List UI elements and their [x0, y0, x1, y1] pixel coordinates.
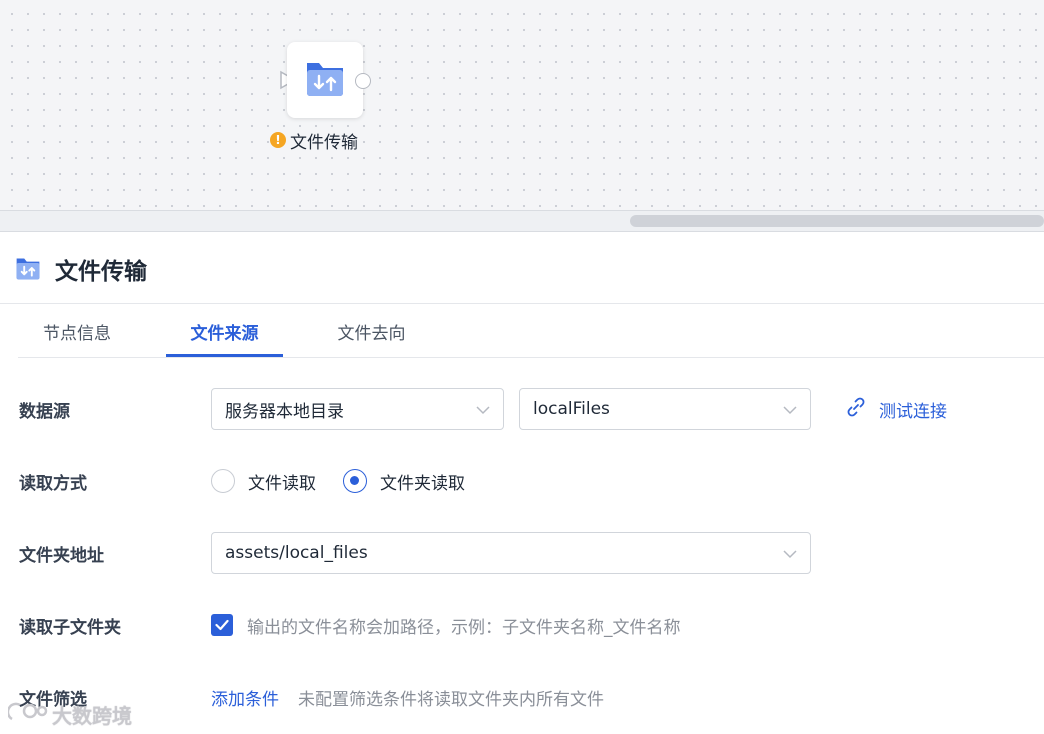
datasource-type-value: 服务器本地目录 [225, 401, 344, 422]
read-subfolders-hint: 输出的文件名称会加路径，示例：子文件夹名称_文件名称 [247, 618, 681, 638]
watermark: 大数跨境 [6, 700, 132, 728]
chevron-down-icon [782, 402, 798, 423]
file-filter-hint: 未配置筛选条件将读取文件夹内所有文件 [298, 690, 604, 710]
radio-file-read[interactable]: 文件读取 [211, 468, 316, 494]
link-icon [845, 396, 867, 423]
folder-transfer-icon [15, 256, 41, 284]
panel-title: 文件传输 [55, 259, 147, 285]
panel-header: 文件传输 [0, 232, 1044, 304]
tab-bar: 节点信息 文件来源 文件去向 [18, 304, 1044, 358]
read-mode-label: 读取方式 [19, 474, 87, 494]
canvas-scrollbar-thumb[interactable] [630, 215, 1044, 227]
folder-path-value: assets/local_files [225, 543, 368, 563]
folder-transfer-icon [305, 59, 345, 101]
tab-file-destination[interactable]: 文件去向 [313, 304, 430, 358]
datasource-label: 数据源 [19, 402, 70, 422]
active-tab-indicator [166, 354, 283, 357]
workflow-node-file-transfer[interactable] [287, 42, 363, 118]
chevron-down-icon [782, 546, 798, 567]
radio-file-read-label: 文件读取 [248, 473, 316, 494]
test-connection-button[interactable]: 测试连接 [845, 396, 947, 423]
radio-folder-read[interactable]: 文件夹读取 [343, 468, 465, 494]
read-subfolders-label: 读取子文件夹 [19, 618, 121, 638]
radio-button-checked[interactable] [343, 469, 367, 493]
read-subfolders-checkbox[interactable] [211, 614, 233, 636]
check-icon [215, 616, 229, 635]
tab-file-source[interactable]: 文件来源 [166, 304, 283, 358]
folder-path-select[interactable]: assets/local_files [211, 532, 811, 574]
datasource-type-select[interactable]: 服务器本地目录 [211, 388, 504, 430]
datasource-name-select[interactable]: localFiles [519, 388, 811, 430]
folder-path-label: 文件夹地址 [19, 546, 104, 566]
datasource-name-value: localFiles [533, 399, 610, 419]
watermark-logo-icon [6, 701, 48, 728]
tab-node-info[interactable]: 节点信息 [18, 304, 136, 358]
node-label-text: 文件传输 [290, 132, 358, 153]
radio-folder-read-label: 文件夹读取 [380, 473, 465, 494]
node-label: ! 文件传输 [270, 129, 358, 153]
canvas-scrollbar-track[interactable] [0, 210, 1044, 232]
node-output-port[interactable] [355, 73, 371, 89]
add-condition-link[interactable]: 添加条件 [211, 685, 279, 710]
test-connection-label: 测试连接 [879, 401, 947, 422]
warning-icon: ! [270, 132, 286, 148]
workflow-canvas[interactable]: ! 文件传输 [0, 0, 1044, 210]
watermark-text: 大数跨境 [52, 703, 132, 728]
chevron-down-icon [475, 402, 491, 423]
radio-button[interactable] [211, 469, 235, 493]
